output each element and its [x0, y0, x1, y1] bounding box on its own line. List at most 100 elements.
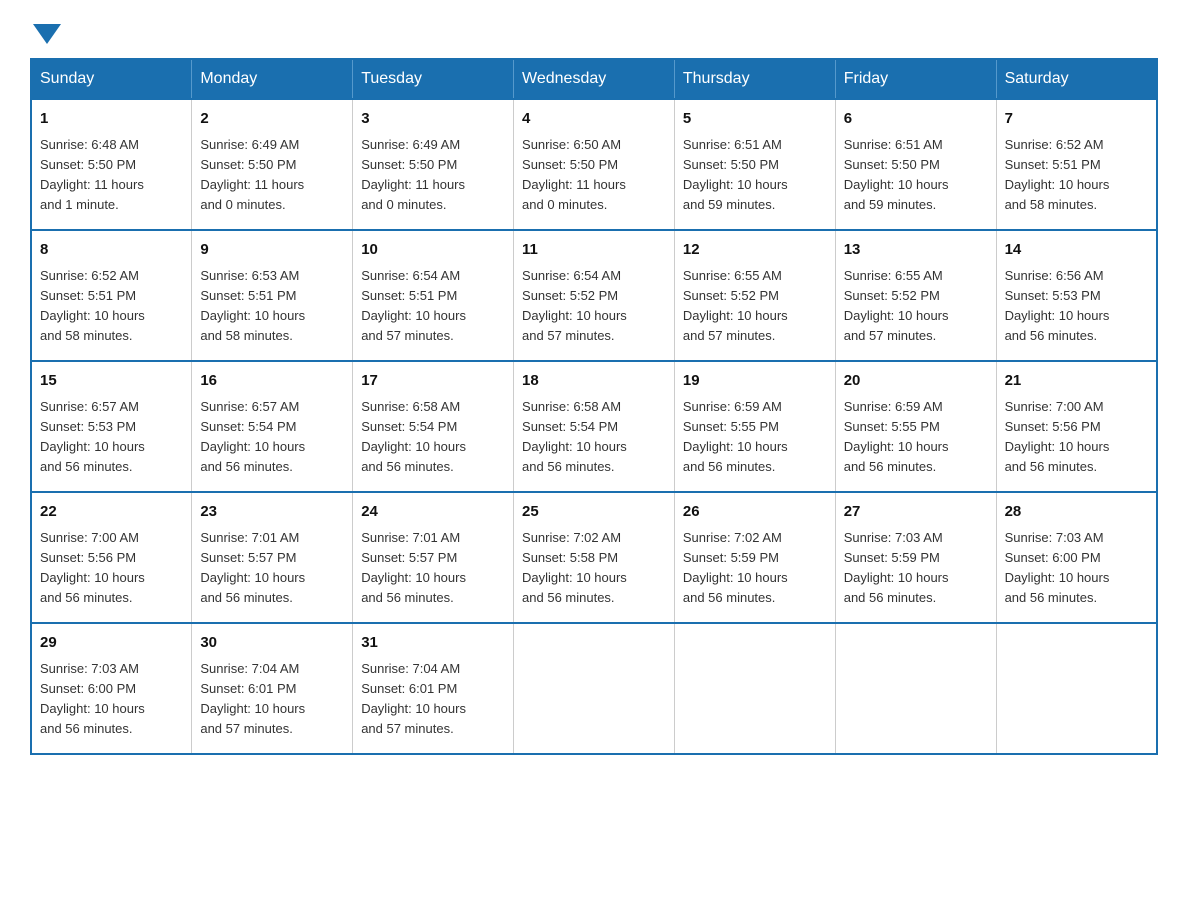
day-number: 12	[683, 239, 827, 262]
day-number: 22	[40, 501, 183, 524]
day-info: Sunrise: 7:02 AMSunset: 5:59 PMDaylight:…	[683, 530, 788, 605]
day-info: Sunrise: 6:52 AMSunset: 5:51 PMDaylight:…	[40, 268, 145, 343]
day-info: Sunrise: 6:58 AMSunset: 5:54 PMDaylight:…	[361, 399, 466, 474]
calendar-cell	[835, 623, 996, 754]
day-number: 27	[844, 501, 988, 524]
calendar-cell: 2 Sunrise: 6:49 AMSunset: 5:50 PMDaylight…	[192, 99, 353, 230]
day-info: Sunrise: 6:51 AMSunset: 5:50 PMDaylight:…	[844, 137, 949, 212]
day-number: 7	[1005, 108, 1148, 131]
calendar-cell: 28Sunrise: 7:03 AMSunset: 6:00 PMDayligh…	[996, 492, 1157, 623]
day-info: Sunrise: 6:51 AMSunset: 5:50 PMDaylight:…	[683, 137, 788, 212]
calendar-week-row: 29 Sunrise: 7:03 AMSunset: 6:00 PMDayligh…	[31, 623, 1157, 754]
day-number: 1	[40, 108, 183, 131]
day-info: Sunrise: 7:03 AMSunset: 6:00 PMDaylight:…	[40, 661, 145, 736]
day-number: 2	[200, 108, 344, 131]
calendar-cell: 13 Sunrise: 6:55 AMSunset: 5:52 PMDayligh…	[835, 230, 996, 361]
calendar-header-saturday: Saturday	[996, 59, 1157, 99]
day-info: Sunrise: 6:52 AMSunset: 5:51 PMDaylight:…	[1005, 137, 1110, 212]
calendar-cell: 5 Sunrise: 6:51 AMSunset: 5:50 PMDaylight…	[674, 99, 835, 230]
day-number: 4	[522, 108, 666, 131]
calendar-cell: 9 Sunrise: 6:53 AMSunset: 5:51 PMDaylight…	[192, 230, 353, 361]
logo	[30, 20, 61, 38]
day-info: Sunrise: 6:50 AMSunset: 5:50 PMDaylight:…	[522, 137, 626, 212]
day-number: 16	[200, 370, 344, 393]
day-info: Sunrise: 6:59 AMSunset: 5:55 PMDaylight:…	[683, 399, 788, 474]
day-number: 29	[40, 632, 183, 655]
day-number: 9	[200, 239, 344, 262]
day-number: 8	[40, 239, 183, 262]
day-info: Sunrise: 6:59 AMSunset: 5:55 PMDaylight:…	[844, 399, 949, 474]
calendar-cell: 4 Sunrise: 6:50 AMSunset: 5:50 PMDaylight…	[514, 99, 675, 230]
day-number: 5	[683, 108, 827, 131]
day-number: 3	[361, 108, 505, 131]
calendar-cell: 1 Sunrise: 6:48 AMSunset: 5:50 PMDaylight…	[31, 99, 192, 230]
day-info: Sunrise: 7:01 AMSunset: 5:57 PMDaylight:…	[361, 530, 466, 605]
day-info: Sunrise: 7:03 AMSunset: 5:59 PMDaylight:…	[844, 530, 949, 605]
day-info: Sunrise: 7:04 AMSunset: 6:01 PMDaylight:…	[200, 661, 305, 736]
calendar-cell: 19 Sunrise: 6:59 AMSunset: 5:55 PMDayligh…	[674, 361, 835, 492]
day-number: 6	[844, 108, 988, 131]
day-info: Sunrise: 6:55 AMSunset: 5:52 PMDaylight:…	[844, 268, 949, 343]
day-number: 30	[200, 632, 344, 655]
calendar-week-row: 1 Sunrise: 6:48 AMSunset: 5:50 PMDaylight…	[31, 99, 1157, 230]
day-number: 24	[361, 501, 505, 524]
calendar-cell: 15 Sunrise: 6:57 AMSunset: 5:53 PMDayligh…	[31, 361, 192, 492]
day-number: 10	[361, 239, 505, 262]
day-info: Sunrise: 6:49 AMSunset: 5:50 PMDaylight:…	[361, 137, 465, 212]
calendar-cell: 12 Sunrise: 6:55 AMSunset: 5:52 PMDayligh…	[674, 230, 835, 361]
day-number: 17	[361, 370, 505, 393]
calendar-cell: 30 Sunrise: 7:04 AMSunset: 6:01 PMDayligh…	[192, 623, 353, 754]
calendar-cell: 8 Sunrise: 6:52 AMSunset: 5:51 PMDaylight…	[31, 230, 192, 361]
calendar-cell: 6 Sunrise: 6:51 AMSunset: 5:50 PMDaylight…	[835, 99, 996, 230]
day-info: Sunrise: 6:58 AMSunset: 5:54 PMDaylight:…	[522, 399, 627, 474]
calendar-header-row: SundayMondayTuesdayWednesdayThursdayFrid…	[31, 59, 1157, 99]
calendar-header-thursday: Thursday	[674, 59, 835, 99]
day-number: 26	[683, 501, 827, 524]
day-info: Sunrise: 6:53 AMSunset: 5:51 PMDaylight:…	[200, 268, 305, 343]
day-info: Sunrise: 6:49 AMSunset: 5:50 PMDaylight:…	[200, 137, 304, 212]
calendar-cell: 26 Sunrise: 7:02 AMSunset: 5:59 PMDayligh…	[674, 492, 835, 623]
day-number: 21	[1005, 370, 1148, 393]
day-number: 25	[522, 501, 666, 524]
calendar-cell: 7 Sunrise: 6:52 AMSunset: 5:51 PMDaylight…	[996, 99, 1157, 230]
calendar-cell: 23 Sunrise: 7:01 AMSunset: 5:57 PMDayligh…	[192, 492, 353, 623]
day-info: Sunrise: 7:00 AMSunset: 5:56 PMDaylight:…	[1005, 399, 1110, 474]
calendar-week-row: 15 Sunrise: 6:57 AMSunset: 5:53 PMDayligh…	[31, 361, 1157, 492]
day-info: Sunrise: 7:01 AMSunset: 5:57 PMDaylight:…	[200, 530, 305, 605]
day-info: Sunrise: 6:48 AMSunset: 5:50 PMDaylight:…	[40, 137, 144, 212]
calendar-header-wednesday: Wednesday	[514, 59, 675, 99]
day-number: 15	[40, 370, 183, 393]
day-info: Sunrise: 6:57 AMSunset: 5:53 PMDaylight:…	[40, 399, 145, 474]
calendar-cell: 11Sunrise: 6:54 AMSunset: 5:52 PMDayligh…	[514, 230, 675, 361]
calendar-cell	[514, 623, 675, 754]
day-info: Sunrise: 6:56 AMSunset: 5:53 PMDaylight:…	[1005, 268, 1110, 343]
day-number: 14	[1005, 239, 1148, 262]
day-number: 28	[1005, 501, 1148, 524]
calendar-week-row: 8 Sunrise: 6:52 AMSunset: 5:51 PMDaylight…	[31, 230, 1157, 361]
day-number: 11	[522, 239, 666, 262]
calendar-cell: 16Sunrise: 6:57 AMSunset: 5:54 PMDayligh…	[192, 361, 353, 492]
calendar-header-sunday: Sunday	[31, 59, 192, 99]
day-info: Sunrise: 7:02 AMSunset: 5:58 PMDaylight:…	[522, 530, 627, 605]
calendar-cell: 27 Sunrise: 7:03 AMSunset: 5:59 PMDayligh…	[835, 492, 996, 623]
calendar-header-monday: Monday	[192, 59, 353, 99]
calendar-cell: 10 Sunrise: 6:54 AMSunset: 5:51 PMDayligh…	[353, 230, 514, 361]
logo-triangle-icon	[33, 24, 61, 44]
day-info: Sunrise: 6:55 AMSunset: 5:52 PMDaylight:…	[683, 268, 788, 343]
day-number: 20	[844, 370, 988, 393]
calendar-cell	[996, 623, 1157, 754]
page-header	[30, 20, 1158, 38]
calendar-cell: 25 Sunrise: 7:02 AMSunset: 5:58 PMDayligh…	[514, 492, 675, 623]
calendar-header-tuesday: Tuesday	[353, 59, 514, 99]
day-info: Sunrise: 6:54 AMSunset: 5:51 PMDaylight:…	[361, 268, 466, 343]
calendar-cell: 18Sunrise: 6:58 AMSunset: 5:54 PMDayligh…	[514, 361, 675, 492]
calendar-cell: 22Sunrise: 7:00 AMSunset: 5:56 PMDayligh…	[31, 492, 192, 623]
day-number: 23	[200, 501, 344, 524]
day-info: Sunrise: 7:04 AMSunset: 6:01 PMDaylight:…	[361, 661, 466, 736]
calendar-cell: 24 Sunrise: 7:01 AMSunset: 5:57 PMDayligh…	[353, 492, 514, 623]
day-number: 13	[844, 239, 988, 262]
calendar-table: SundayMondayTuesdayWednesdayThursdayFrid…	[30, 58, 1158, 755]
calendar-cell: 17 Sunrise: 6:58 AMSunset: 5:54 PMDayligh…	[353, 361, 514, 492]
day-number: 19	[683, 370, 827, 393]
calendar-header-friday: Friday	[835, 59, 996, 99]
